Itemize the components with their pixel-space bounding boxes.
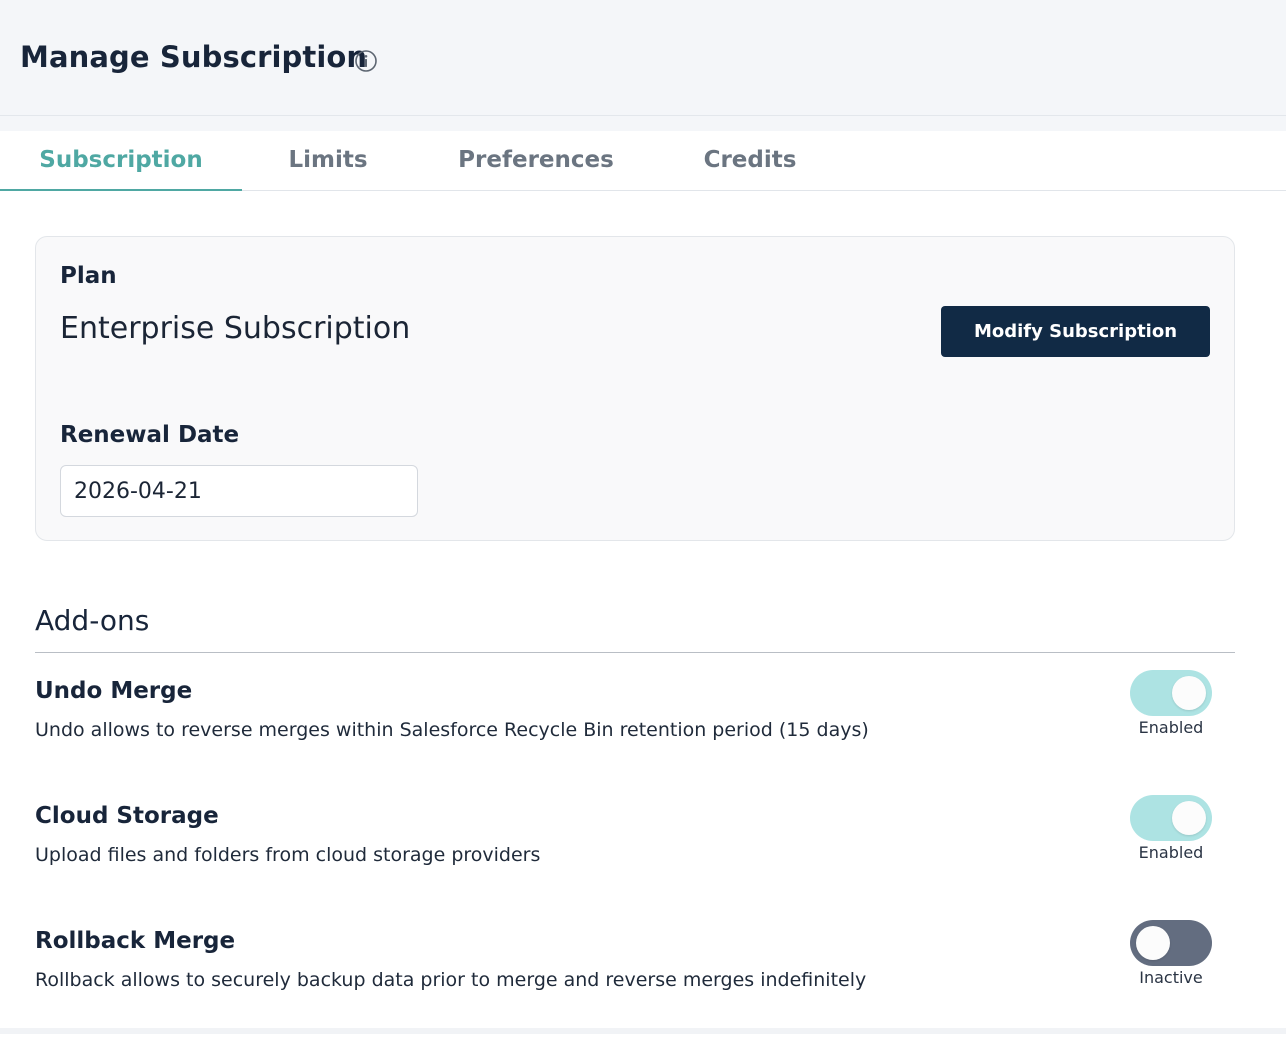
- cloud-storage-status: Enabled: [1138, 843, 1204, 862]
- addon-description: Upload files and folders from cloud stor…: [35, 844, 541, 866]
- modify-subscription-button[interactable]: Modify Subscription: [941, 306, 1210, 357]
- undo-merge-toggle[interactable]: [1130, 670, 1212, 716]
- addon-name: Undo Merge: [35, 678, 193, 704]
- tab-bar: Subscription Limits Preferences Credits: [0, 131, 1286, 191]
- addon-description: Rollback allows to securely backup data …: [35, 969, 867, 991]
- plan-name: Enterprise Subscription: [60, 311, 411, 346]
- header-spacer: [0, 116, 1286, 131]
- toggle-knob: [1172, 676, 1206, 710]
- bottom-edge: [0, 1028, 1286, 1034]
- tab-preferences[interactable]: Preferences: [440, 131, 632, 190]
- addon-rollback-merge: Rollback Merge Rollback allows to secure…: [35, 920, 1235, 1038]
- addon-name: Rollback Merge: [35, 928, 236, 954]
- addon-undo-merge: Undo Merge Undo allows to reverse merges…: [35, 670, 1235, 788]
- tab-credits[interactable]: Credits: [680, 131, 820, 190]
- addons-title: Add-ons: [35, 604, 150, 637]
- renewal-date-label: Renewal Date: [60, 422, 240, 448]
- tab-limits[interactable]: Limits: [258, 131, 398, 190]
- plan-label: Plan: [60, 263, 117, 289]
- addon-cloud-storage: Cloud Storage Upload files and folders f…: [35, 795, 1235, 913]
- toggle-knob: [1172, 801, 1206, 835]
- undo-merge-status: Enabled: [1138, 718, 1204, 737]
- toggle-knob: [1136, 926, 1170, 960]
- addons-divider: [35, 652, 1235, 653]
- cloud-storage-toggle[interactable]: [1130, 795, 1212, 841]
- rollback-merge-status: Inactive: [1139, 968, 1203, 987]
- tab-subscription[interactable]: Subscription: [0, 131, 242, 191]
- plan-card: Plan Enterprise Subscription Modify Subs…: [35, 236, 1235, 541]
- page-header: Manage Subscription: [0, 0, 1286, 116]
- rollback-merge-toggle[interactable]: [1130, 920, 1212, 966]
- renewal-date-field[interactable]: [60, 465, 418, 517]
- addon-name: Cloud Storage: [35, 803, 219, 829]
- info-icon[interactable]: [355, 50, 377, 72]
- addon-description: Undo allows to reverse merges within Sal…: [35, 719, 869, 741]
- page-title: Manage Subscription: [20, 40, 368, 74]
